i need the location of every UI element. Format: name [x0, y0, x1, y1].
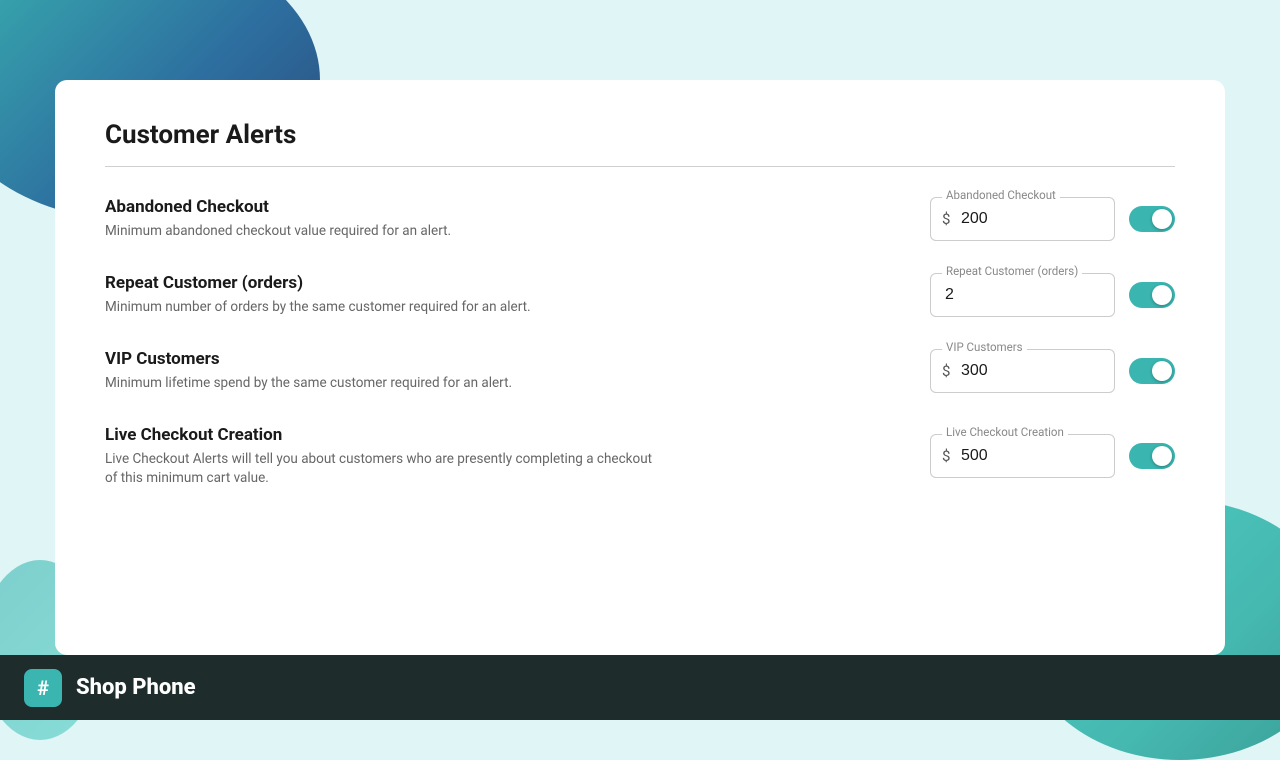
alert-row-vip-customers: VIP Customers Minimum lifetime spend by t… [105, 349, 1175, 393]
brand-name: Shop Phone [76, 675, 196, 700]
toggle-repeat-customer[interactable] [1129, 282, 1175, 308]
input-live-checkout[interactable] [930, 434, 1115, 478]
alert-control-abandoned-checkout: $Abandoned Checkout [930, 197, 1175, 241]
brand-icon: # [24, 669, 62, 707]
alert-info-repeat-customer: Repeat Customer (orders) Minimum number o… [105, 273, 930, 317]
alert-row-abandoned-checkout: Abandoned Checkout Minimum abandoned chec… [105, 197, 1175, 241]
toggle-thumb-abandoned-checkout [1152, 209, 1172, 229]
input-wrapper-vip-customers: $VIP Customers [930, 349, 1115, 393]
alert-title-repeat-customer: Repeat Customer (orders) [105, 273, 930, 293]
input-vip-customers[interactable] [930, 349, 1115, 393]
toggle-thumb-vip-customers [1152, 361, 1172, 381]
input-label-live-checkout: Live Checkout Creation [942, 425, 1068, 439]
alert-info-vip-customers: VIP Customers Minimum lifetime spend by t… [105, 349, 930, 393]
toggle-abandoned-checkout[interactable] [1129, 206, 1175, 232]
input-abandoned-checkout[interactable] [930, 197, 1115, 241]
alert-title-abandoned-checkout: Abandoned Checkout [105, 197, 930, 217]
input-repeat-customer[interactable] [930, 273, 1115, 317]
alert-title-vip-customers: VIP Customers [105, 349, 930, 369]
alert-row-repeat-customer: Repeat Customer (orders) Minimum number o… [105, 273, 1175, 317]
input-wrapper-live-checkout: $Live Checkout Creation [930, 434, 1115, 478]
alert-control-live-checkout: $Live Checkout Creation [930, 434, 1175, 478]
alert-info-abandoned-checkout: Abandoned Checkout Minimum abandoned chec… [105, 197, 930, 241]
currency-symbol-live-checkout: $ [942, 447, 950, 465]
alert-info-live-checkout: Live Checkout Creation Live Checkout Aler… [105, 425, 930, 488]
alert-desc-live-checkout: Live Checkout Alerts will tell you about… [105, 450, 665, 488]
alert-desc-vip-customers: Minimum lifetime spend by the same custo… [105, 374, 665, 393]
currency-symbol-abandoned-checkout: $ [942, 210, 950, 228]
hash-icon: # [37, 676, 49, 700]
input-wrapper-abandoned-checkout: $Abandoned Checkout [930, 197, 1115, 241]
alert-title-live-checkout: Live Checkout Creation [105, 425, 930, 445]
alert-desc-abandoned-checkout: Minimum abandoned checkout value require… [105, 222, 665, 241]
bottom-bar: # Shop Phone [0, 655, 1280, 720]
title-divider [105, 166, 1175, 167]
toggle-vip-customers[interactable] [1129, 358, 1175, 384]
toggle-live-checkout[interactable] [1129, 443, 1175, 469]
input-label-repeat-customer: Repeat Customer (orders) [942, 264, 1082, 278]
input-label-abandoned-checkout: Abandoned Checkout [942, 188, 1060, 202]
alert-control-repeat-customer: Repeat Customer (orders) [930, 273, 1175, 317]
currency-symbol-vip-customers: $ [942, 362, 950, 380]
alert-row-live-checkout: Live Checkout Creation Live Checkout Aler… [105, 425, 1175, 488]
alert-control-vip-customers: $VIP Customers [930, 349, 1175, 393]
input-wrapper-repeat-customer: Repeat Customer (orders) [930, 273, 1115, 317]
toggle-thumb-repeat-customer [1152, 285, 1172, 305]
alert-desc-repeat-customer: Minimum number of orders by the same cus… [105, 298, 665, 317]
input-label-vip-customers: VIP Customers [942, 340, 1027, 354]
page-title: Customer Alerts [105, 120, 1175, 150]
alerts-container: Abandoned Checkout Minimum abandoned chec… [105, 197, 1175, 488]
main-card: Customer Alerts Abandoned Checkout Minimu… [55, 80, 1225, 655]
